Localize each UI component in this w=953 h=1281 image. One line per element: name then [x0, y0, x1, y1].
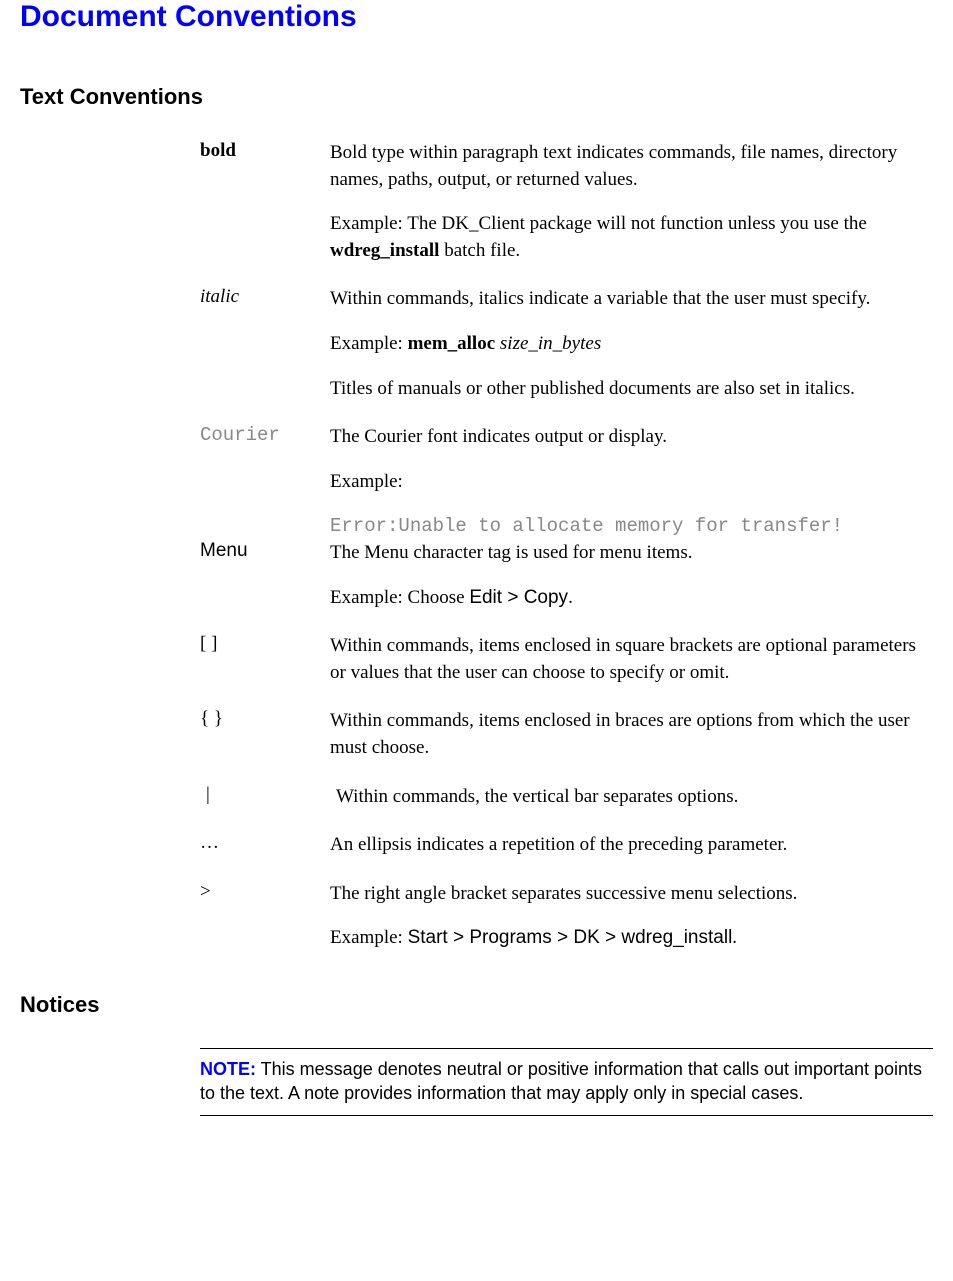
- paragraph: The Courier font indicates output or dis…: [330, 424, 933, 451]
- table-row: bold Bold type within paragraph text ind…: [200, 140, 933, 264]
- conv-label-italic: italic: [200, 286, 330, 308]
- text-fragment: .: [568, 587, 573, 608]
- conv-body: The Courier font indicates output or dis…: [330, 424, 933, 540]
- table-row: { } Within commands, items enclosed in b…: [200, 708, 933, 761]
- paragraph: Titles of manuals or other published doc…: [330, 376, 933, 403]
- paragraph: Example: The DK_Client package will not …: [330, 211, 933, 264]
- notice-label: NOTE:: [200, 1059, 256, 1079]
- conv-body: An ellipsis indicates a repetition of th…: [330, 832, 933, 859]
- paragraph: The Menu character tag is used for menu …: [330, 540, 933, 567]
- conv-label-pipe: |: [200, 784, 336, 806]
- conventions-table: bold Bold type within paragraph text ind…: [200, 140, 933, 952]
- paragraph: Bold type within paragraph text indicate…: [330, 140, 933, 193]
- conv-label-ellipsis: …: [200, 832, 330, 854]
- code-output: Error:Unable to allocate memory for tran…: [330, 513, 933, 540]
- conv-label-courier: Courier: [200, 424, 330, 446]
- text-menu: Edit > Copy: [469, 587, 568, 608]
- paragraph: Within commands, items enclosed in squar…: [330, 633, 933, 686]
- table-row: Menu The Menu character tag is used for …: [200, 540, 933, 611]
- conv-body: Within commands, items enclosed in brace…: [330, 708, 933, 761]
- table-row: > The right angle bracket separates succ…: [200, 881, 933, 952]
- paragraph: Example: Start > Programs > DK > wdreg_i…: [330, 925, 933, 952]
- paragraph: Within commands, italics indicate a vari…: [330, 286, 933, 313]
- paragraph: Within commands, items enclosed in brace…: [330, 708, 933, 761]
- section-heading-text-conventions: Text Conventions: [20, 84, 933, 110]
- table-row: … An ellipsis indicates a repetition of …: [200, 832, 933, 859]
- paragraph: Example: mem_alloc size_in_bytes: [330, 331, 933, 358]
- text-fragment: Example: The DK_Client package will not …: [330, 213, 867, 234]
- paragraph: The right angle bracket separates succes…: [330, 881, 933, 908]
- paragraph: Example:: [330, 469, 933, 496]
- table-row: Courier The Courier font indicates outpu…: [200, 424, 933, 540]
- conv-body: Within commands, the vertical bar separa…: [336, 784, 933, 811]
- conv-label-bold: bold: [200, 140, 330, 162]
- conv-body: Within commands, italics indicate a vari…: [330, 286, 933, 402]
- page-title: Document Conventions: [20, 0, 933, 34]
- text-menu: Start > Programs > DK > wdreg_install: [408, 927, 733, 948]
- table-row: [ ] Within commands, items enclosed in s…: [200, 633, 933, 686]
- conv-label-angle: >: [200, 881, 330, 903]
- text-fragment: Example:: [330, 333, 408, 354]
- notice-text: This message denotes neutral or positive…: [200, 1059, 922, 1103]
- notice-box: NOTE: This message denotes neutral or po…: [200, 1048, 933, 1117]
- text-fragment: Example: Choose: [330, 587, 469, 608]
- text-italic: size_in_bytes: [500, 333, 601, 354]
- text-bold: wdreg_install: [330, 240, 439, 261]
- paragraph: Example: Choose Edit > Copy.: [330, 585, 933, 612]
- conv-body: The Menu character tag is used for menu …: [330, 540, 933, 611]
- paragraph: Within commands, the vertical bar separa…: [336, 784, 933, 811]
- text-fragment: .: [732, 927, 737, 948]
- table-row: | Within commands, the vertical bar sepa…: [200, 784, 933, 811]
- conv-label-braces: { }: [200, 708, 330, 730]
- conv-label-menu: Menu: [200, 540, 330, 562]
- section-heading-notices: Notices: [20, 992, 933, 1018]
- conv-body: The right angle bracket separates succes…: [330, 881, 933, 952]
- text-bold: mem_alloc: [408, 333, 496, 354]
- table-row: italic Within commands, italics indicate…: [200, 286, 933, 402]
- conv-label-brackets: [ ]: [200, 633, 330, 655]
- conv-body: Bold type within paragraph text indicate…: [330, 140, 933, 264]
- text-fragment: Example:: [330, 927, 408, 948]
- paragraph: An ellipsis indicates a repetition of th…: [330, 832, 933, 859]
- text-fragment: batch file.: [439, 240, 520, 261]
- conv-body: Within commands, items enclosed in squar…: [330, 633, 933, 686]
